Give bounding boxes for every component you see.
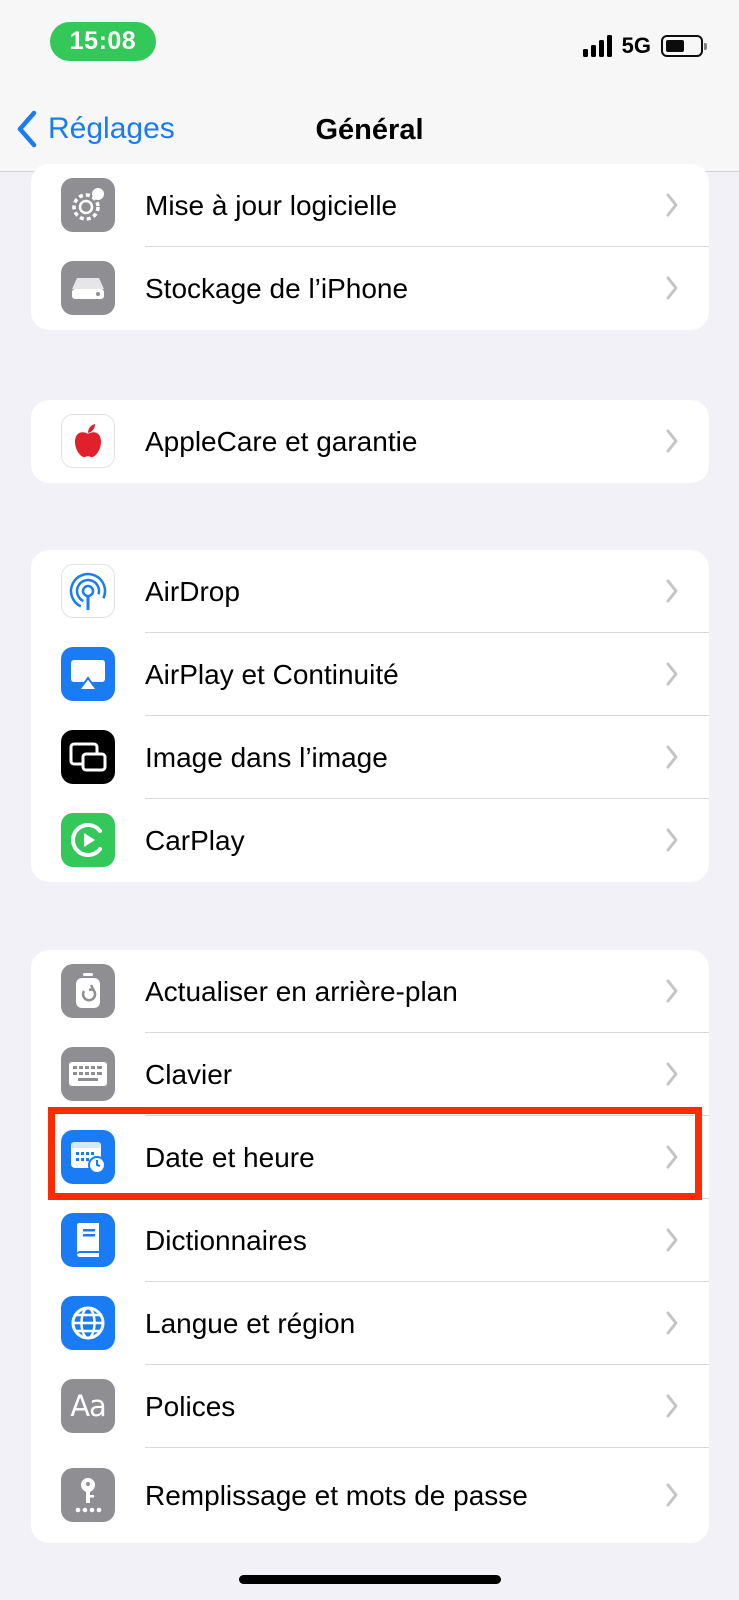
chevron-right-icon xyxy=(666,1311,678,1335)
row-carplay[interactable]: CarPlay xyxy=(31,799,709,882)
chevron-right-icon xyxy=(666,1062,678,1086)
row-polices[interactable]: Aa Polices xyxy=(31,1365,709,1448)
cellular-signal-icon xyxy=(582,35,612,57)
row-label: Clavier xyxy=(145,1058,233,1090)
row-label: AppleCare et garantie xyxy=(145,425,418,457)
settings-group-updates: Mise à jour logicielle Stockage de l’iPh… xyxy=(31,164,709,330)
calendar-clock-icon xyxy=(61,1130,115,1184)
book-icon xyxy=(61,1213,115,1267)
row-actualiser-arriere-plan[interactable]: Actualiser en arrière-plan xyxy=(31,950,709,1033)
row-airplay-continuite[interactable]: AirPlay et Continuité xyxy=(31,633,709,716)
keyboard-icon xyxy=(61,1047,115,1101)
apple-logo-icon xyxy=(61,414,115,468)
row-stockage-iphone[interactable]: Stockage de l’iPhone xyxy=(31,247,709,330)
settings-group-applecare: AppleCare et garantie xyxy=(31,400,709,483)
chevron-right-icon xyxy=(666,193,678,217)
fonts-icon: Aa xyxy=(61,1379,115,1433)
home-indicator[interactable] xyxy=(239,1575,501,1584)
row-airdrop[interactable]: AirDrop xyxy=(31,550,709,633)
navigation-bar: Réglages Général xyxy=(0,90,739,172)
battery-icon xyxy=(661,35,707,57)
row-label: Remplissage et mots de passe xyxy=(145,1479,528,1511)
row-label: Polices xyxy=(145,1390,236,1422)
key-icon xyxy=(61,1468,115,1522)
chevron-right-icon xyxy=(666,979,678,1003)
airplay-icon xyxy=(61,647,115,701)
row-label: AirPlay et Continuité xyxy=(145,658,399,690)
row-label: AirDrop xyxy=(145,575,240,607)
chevron-right-icon xyxy=(666,276,678,300)
carplay-icon xyxy=(61,813,115,867)
globe-icon xyxy=(61,1296,115,1350)
network-type: 5G xyxy=(621,33,651,58)
gear-badge-icon xyxy=(61,178,115,232)
status-time[interactable]: 15:08 xyxy=(50,22,156,61)
chevron-right-icon xyxy=(666,745,678,769)
row-label: Stockage de l’iPhone xyxy=(145,272,409,304)
page-title: Général xyxy=(315,114,424,146)
row-label: Mise à jour logicielle xyxy=(145,189,398,221)
row-mise-a-jour-logicielle[interactable]: Mise à jour logicielle xyxy=(31,164,709,247)
row-label: CarPlay xyxy=(145,824,245,856)
chevron-right-icon xyxy=(666,1394,678,1418)
airdrop-icon xyxy=(61,564,115,618)
settings-group-system: Actualiser en arrière-plan Clavier Date … xyxy=(31,950,709,1543)
row-date-heure[interactable]: Date et heure xyxy=(31,1116,709,1199)
row-label: Date et heure xyxy=(145,1141,315,1173)
chevron-right-icon xyxy=(666,1228,678,1252)
chevron-right-icon xyxy=(666,662,678,686)
chevron-right-icon xyxy=(666,828,678,852)
picture-in-picture-icon xyxy=(61,730,115,784)
row-label: Dictionnaires xyxy=(145,1224,307,1256)
row-dictionnaires[interactable]: Dictionnaires xyxy=(31,1199,709,1282)
row-image-dans-image[interactable]: Image dans l’image xyxy=(31,716,709,799)
chevron-right-icon xyxy=(666,1145,678,1169)
storage-drive-icon xyxy=(61,261,115,315)
row-label: Image dans l’image xyxy=(145,741,388,773)
row-clavier[interactable]: Clavier xyxy=(31,1033,709,1116)
row-label: Langue et région xyxy=(145,1307,356,1339)
row-applecare-garantie[interactable]: AppleCare et garantie xyxy=(31,400,709,483)
chevron-right-icon xyxy=(666,1483,678,1507)
settings-group-connectivity: AirDrop AirPlay et Continuité Image dans… xyxy=(31,550,709,882)
background-refresh-icon xyxy=(61,964,115,1018)
row-label: Actualiser en arrière-plan xyxy=(145,975,458,1007)
chevron-right-icon xyxy=(666,579,678,603)
chevron-right-icon xyxy=(666,429,678,453)
row-remplissage-mots-de-passe[interactable]: Remplissage et mots de passe xyxy=(31,1448,709,1543)
row-langue-region[interactable]: Langue et région xyxy=(31,1282,709,1365)
status-bar: 15:08 5G xyxy=(0,0,739,90)
status-indicators: 5G xyxy=(582,33,707,59)
